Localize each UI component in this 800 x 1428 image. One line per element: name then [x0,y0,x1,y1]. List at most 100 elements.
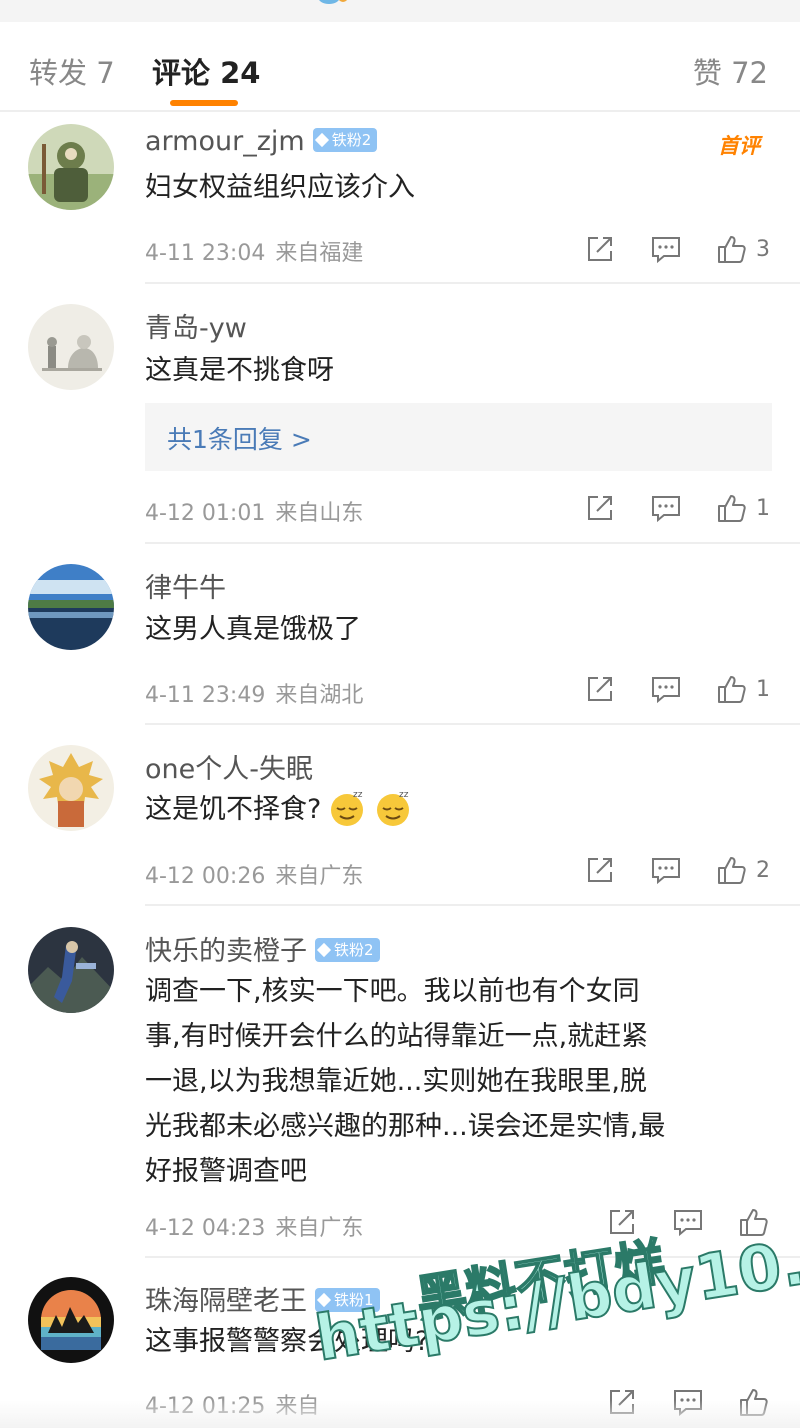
reply-button[interactable] [672,1206,704,1238]
comment-actions: 1 [550,672,770,706]
comment-text: 妇女权益组织应该介入 [145,172,415,203]
diamond-icon [316,942,332,957]
like-count: 1 [756,495,770,521]
avatar-image [28,564,114,650]
avatar-image [28,745,114,831]
comment-meta: 4-11 23:49 来自湖北 [145,677,363,709]
share-edit-icon [588,858,612,882]
reply-button[interactable] [650,233,682,265]
share-edit-icon [588,496,612,520]
like-count: 2 [756,857,770,883]
divider [145,904,800,906]
comment-time: 4-12 04:23 [145,1216,266,1241]
username-text[interactable]: armour_zjm [145,126,305,157]
comment-text-line: 好报警调查吧 [145,1156,307,1187]
reply-button[interactable] [650,854,682,886]
status-strip [0,0,800,22]
reply-button[interactable] [650,673,682,705]
avatar-image [28,124,114,210]
comment-username[interactable]: 青岛-yw [145,306,247,345]
divider [145,542,800,544]
svg-text:zz: zz [399,790,409,800]
comment-text: 这是饥不择食? zz zz [145,787,775,832]
comment-actions: 2 [550,853,770,887]
comment-actions: 3 [550,232,770,266]
sleepy-face-icon: zz [373,788,413,828]
badge-label: 铁粉2 [331,130,372,149]
like-button[interactable]: 1 [716,673,770,705]
comment-text-line: 光我都未必感兴趣的那种...误会还是实情,最 [145,1111,666,1142]
reply-bubble-icon [674,1210,702,1237]
comment-time: 4-11 23:49 [145,683,266,708]
avatar[interactable] [28,745,114,831]
thumbs-up-icon [718,857,746,884]
avatar[interactable] [28,564,114,650]
like-button[interactable]: 2 [716,854,770,886]
app-logo-fragment-dot [338,0,348,2]
comment-time: 4-12 00:26 [145,864,266,889]
share-edit-icon [588,237,612,261]
comment-text-line: 事,有时候开会什么的站得靠近一点,就赶紧 [145,1021,649,1052]
view-replies-link[interactable]: 共1条回复 > [167,420,312,456]
username-text[interactable]: 律牛牛 [145,573,226,604]
thumbs-up-icon [718,236,746,263]
comment-location: 来自福建 [275,241,364,266]
reply-button[interactable] [650,492,682,524]
sleepy-face-icon: zz [327,788,367,828]
comment-username[interactable]: armour_zjm 铁粉2 [145,126,378,157]
comment-tabs: 转发 7 评论 24 赞 72 [0,22,800,112]
tab-repost[interactable]: 转发 7 [29,50,115,92]
comment-text-line: 调查一下,核实一下吧。我以前也有个女同 [145,976,640,1007]
share-button[interactable] [584,854,616,886]
share-button[interactable] [584,233,616,265]
thumbs-up-icon [718,676,746,703]
reply-bubble-icon [652,237,680,264]
like-button[interactable]: 3 [716,233,770,265]
comment-location: 来自山东 [275,501,364,526]
comment-meta: 4-11 23:04 来自福建 [145,235,363,267]
reply-preview[interactable]: 共1条回复 > [145,403,772,471]
badge-label: 铁粉2 [334,940,374,959]
comment-text: 这真是不挑食呀 [145,355,334,386]
share-button[interactable] [584,673,616,705]
divider [145,282,800,284]
reply-bubble-icon [652,677,680,704]
share-edit-icon [588,677,612,701]
comment-time: 4-12 01:01 [145,501,266,526]
active-tab-indicator [170,100,238,106]
avatar[interactable] [28,124,114,210]
comment-text-body: 这是饥不择食? [145,794,322,825]
avatar-image [28,304,114,390]
like-button[interactable]: 1 [716,492,770,524]
comment-location: 来自广东 [275,864,364,889]
like-count: 3 [756,236,770,262]
username-text[interactable]: 青岛-yw [145,313,247,344]
comment-meta: 4-12 00:26 来自广东 [145,858,363,890]
avatar[interactable] [28,304,114,390]
comment-meta: 4-12 04:23 来自广东 [145,1210,363,1242]
username-text[interactable]: 快乐的卖橙子 [145,936,307,967]
app-logo-fragment [318,0,340,4]
comment-meta: 4-12 01:01 来自山东 [145,495,363,527]
reply-bubble-icon [652,858,680,885]
diamond-icon [314,132,329,147]
tab-likes[interactable]: 赞 72 [693,50,768,92]
avatar[interactable] [28,1277,114,1363]
avatar[interactable] [28,927,114,1013]
fan-badge: 铁粉2 [315,937,380,962]
comment-location: 来自广东 [275,1216,364,1241]
comment-location: 来自湖北 [275,683,364,708]
tab-comments[interactable]: 评论 24 [152,50,260,92]
username-text[interactable]: 珠海隔壁老王 [145,1286,307,1317]
avatar-image [28,1277,114,1363]
reply-bubble-icon [652,496,680,523]
share-button[interactable] [584,492,616,524]
comment-username[interactable]: 律牛牛 [145,566,226,605]
divider [145,723,800,725]
comment-text: 这男人真是饿极了 [145,614,361,645]
first-comment-badge: 首评 [718,134,760,158]
comment-username[interactable]: 快乐的卖橙子 铁粉2 [145,929,380,968]
username-text[interactable]: one个人-失眠 [145,754,313,785]
comment-username[interactable]: one个人-失眠 [145,747,313,786]
comment-text-line: 一退,以为我想靠近她...实则她在我眼里,脱 [145,1066,647,1097]
